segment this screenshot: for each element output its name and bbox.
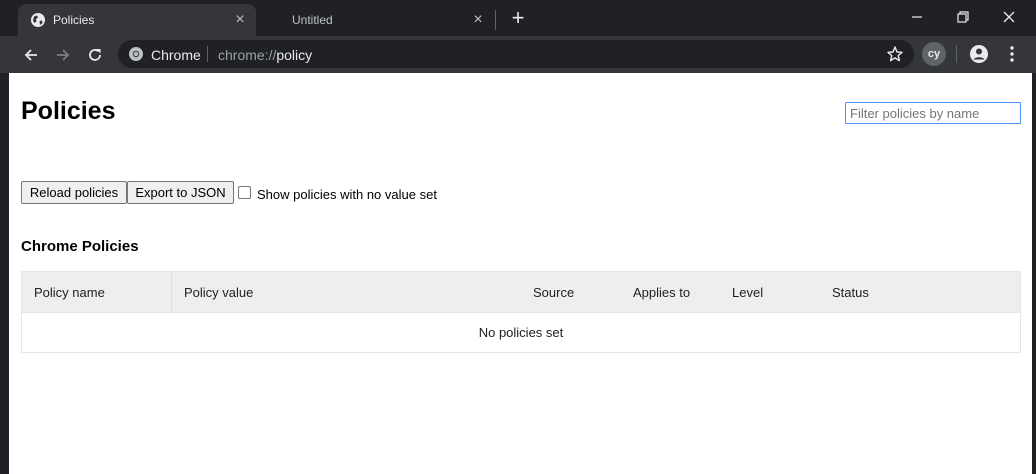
reload-button[interactable] xyxy=(82,42,108,68)
back-button[interactable] xyxy=(18,42,44,68)
reload-icon xyxy=(89,49,101,61)
profile-avatar-icon[interactable] xyxy=(967,42,991,66)
site-chip-divider xyxy=(207,46,208,62)
toolbar-divider xyxy=(956,45,957,63)
reload-policies-button[interactable]: Reload policies xyxy=(21,181,127,204)
toolbar: Chrome chrome://policy xyxy=(0,36,1036,73)
forward-button[interactable] xyxy=(50,42,76,68)
minimize-icon xyxy=(912,16,922,18)
table-header: Policy name Policy value Source Applies … xyxy=(22,272,1020,312)
column-header-source: Source xyxy=(533,285,575,300)
policy-table: Policy name Policy value Source Applies … xyxy=(21,271,1021,353)
show-unset-checkbox[interactable] xyxy=(238,186,251,199)
bookmark-star-icon[interactable] xyxy=(886,45,904,63)
tab-policies[interactable]: Policies × xyxy=(18,4,256,36)
restore-icon xyxy=(957,11,969,23)
column-header-status: Status xyxy=(832,285,869,300)
column-header-applies-to: Applies to xyxy=(633,285,691,300)
more-menu-icon[interactable] xyxy=(1000,42,1024,66)
chrome-logo-icon xyxy=(129,47,143,61)
close-tab-icon[interactable]: × xyxy=(232,12,248,28)
column-header-level: Level xyxy=(732,285,764,300)
show-unset-label: Show policies with no value set xyxy=(257,187,437,202)
url-text[interactable]: chrome://policy xyxy=(218,47,312,63)
column-header-policy-value: Policy value xyxy=(184,285,254,300)
tab-title: Untitled xyxy=(292,13,333,27)
export-json-button[interactable]: Export to JSON xyxy=(127,181,234,204)
globe-icon xyxy=(31,13,45,27)
table-body: No policies set xyxy=(22,312,1020,352)
address-bar[interactable]: Chrome chrome://policy xyxy=(118,40,914,68)
extension-icon[interactable]: cy xyxy=(922,42,946,66)
empty-message: No policies set xyxy=(478,325,564,340)
browser-window: Policies × Untitled × + Chrome chrome://… xyxy=(0,0,1036,474)
minimize-button[interactable] xyxy=(894,0,940,34)
forward-arrow-icon xyxy=(57,49,70,61)
section-title: Chrome Policies xyxy=(21,238,139,255)
filter-policies-input[interactable] xyxy=(845,102,1021,124)
policy-page: Policies Reload policies Export to JSON … xyxy=(9,73,1032,474)
column-header-policy-name: Policy name xyxy=(34,285,105,300)
column-divider xyxy=(171,272,172,312)
close-window-button[interactable] xyxy=(986,0,1032,34)
restore-button[interactable] xyxy=(940,0,986,34)
url-scheme: chrome:// xyxy=(218,47,277,63)
close-icon xyxy=(1003,11,1015,23)
site-chip-label: Chrome xyxy=(151,47,201,63)
new-tab-button[interactable]: + xyxy=(506,7,530,31)
url-host: policy xyxy=(276,47,313,63)
tab-strip: Policies × Untitled × + xyxy=(0,0,1036,36)
tab-title: Policies xyxy=(53,13,95,27)
back-arrow-icon xyxy=(24,49,37,61)
page-title: Policies xyxy=(21,97,116,125)
close-tab-icon[interactable]: × xyxy=(470,12,486,28)
tab-untitled[interactable]: Untitled × xyxy=(258,4,494,36)
tab-divider xyxy=(495,10,496,30)
